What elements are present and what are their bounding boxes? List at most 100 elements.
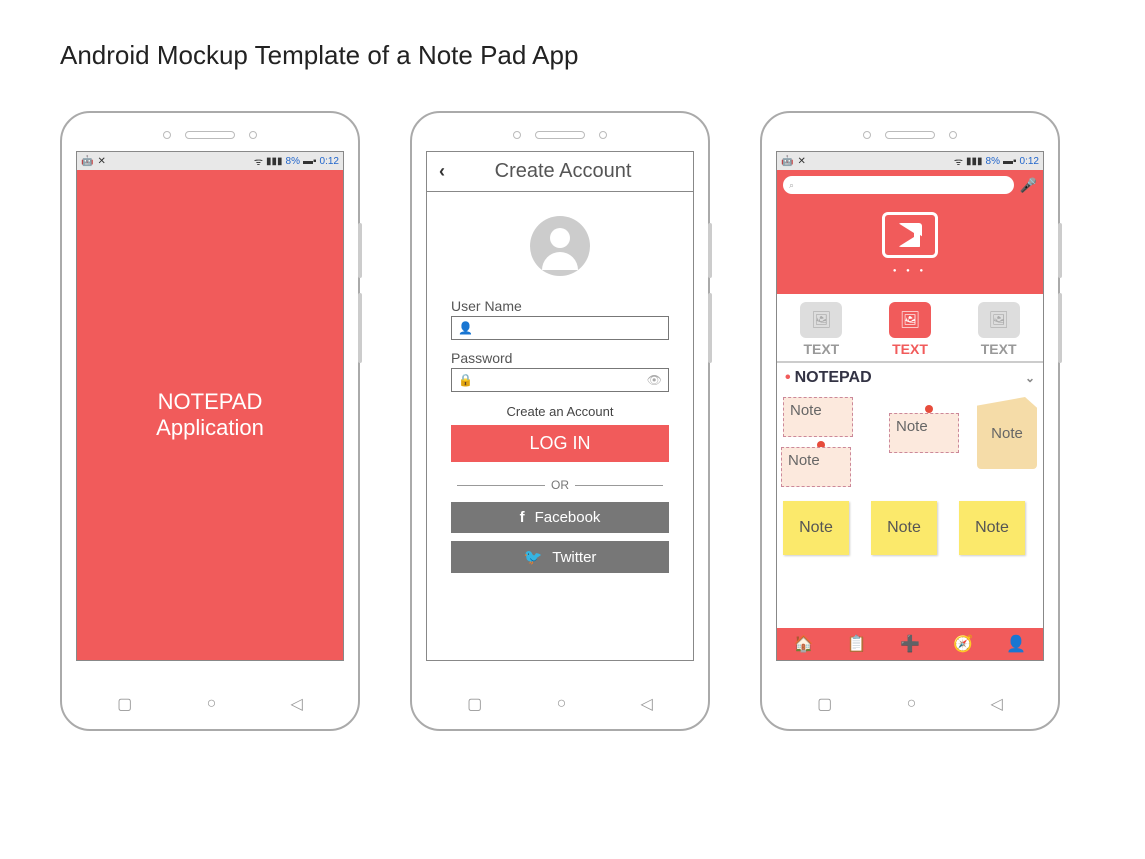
tag-note[interactable]: Note [977, 397, 1037, 469]
silent-icon: ✕ [797, 156, 805, 167]
twitter-label: Twitter [552, 549, 596, 566]
phone-main: 🤖 ✕ ᯤ ▮▮▮ 8% ▬▪ 0:12 ⌕ 🎤 ● ● ● [760, 111, 1060, 731]
page-title: Android Mockup Template of a Note Pad Ap… [60, 40, 1085, 71]
pin-icon [925, 405, 933, 413]
speaker-icon [885, 131, 935, 139]
back-icon[interactable]: ◁ [641, 694, 653, 714]
splash-screen: NOTEPAD Application [77, 170, 343, 660]
splash-line2: Application [156, 415, 264, 441]
tab-1[interactable]: 🖼 TEXT [800, 302, 842, 357]
sticky-note[interactable]: Note [783, 501, 849, 555]
chevron-down-icon[interactable]: ⌄ [1025, 371, 1035, 385]
speaker-icon [185, 131, 235, 139]
play-button[interactable] [882, 212, 938, 258]
bullet-icon: • [785, 369, 791, 387]
battery-icon: ▬▪ [1003, 156, 1017, 167]
screen-main: 🤖 ✕ ᯤ ▮▮▮ 8% ▬▪ 0:12 ⌕ 🎤 ● ● ● [776, 151, 1044, 661]
sensor-dot-icon [863, 131, 871, 139]
home-icon[interactable]: ○ [907, 695, 917, 713]
add-icon[interactable]: ➕ [900, 634, 920, 654]
section-header[interactable]: • NOTEPAD ⌄ [777, 363, 1043, 393]
robot-icon: 🤖 [781, 156, 793, 167]
android-nav: ▢ ○ ◁ [80, 694, 340, 714]
sticky-note[interactable]: Note [959, 501, 1025, 555]
play-icon [898, 223, 922, 247]
search-input[interactable]: ⌕ [783, 176, 1014, 194]
phone-top [163, 131, 257, 139]
side-button-icon [1058, 223, 1062, 278]
carousel-dots[interactable]: ● ● ● [783, 268, 1037, 274]
screen-splash: 🤖 ✕ ᯤ ▮▮▮ 8% ▬▪ 0:12 NOTEPAD Application [76, 151, 344, 661]
sticky-note[interactable]: Note [871, 501, 937, 555]
tab-2-label: TEXT [892, 341, 928, 357]
speaker-icon [535, 131, 585, 139]
lock-icon: 🔒 [458, 373, 473, 387]
camera-dot-icon [599, 131, 607, 139]
login-button[interactable]: LOG IN [451, 425, 669, 462]
recent-icon[interactable]: ▢ [817, 694, 832, 714]
phone-splash: 🤖 ✕ ᯤ ▮▮▮ 8% ▬▪ 0:12 NOTEPAD Application… [60, 111, 360, 731]
camera-dot-icon [249, 131, 257, 139]
back-icon[interactable]: ◁ [291, 694, 303, 714]
tab-2[interactable]: 🖼 TEXT [889, 302, 931, 357]
back-icon[interactable]: ◁ [991, 694, 1003, 714]
android-nav: ▢ ○ ◁ [780, 694, 1040, 714]
wifi-icon: ᯤ [954, 154, 963, 168]
image-icon: 🖼 [978, 302, 1020, 338]
status-bar: 🤖 ✕ ᯤ ▮▮▮ 8% ▬▪ 0:12 [77, 152, 343, 170]
bottom-nav: 🏠 📋 ➕ 🧭 👤 [777, 628, 1043, 660]
signal-icon: ▮▮▮ [266, 156, 283, 167]
facebook-label: Facebook [535, 509, 601, 526]
top-banner: ⌕ 🎤 ● ● ● [777, 170, 1043, 294]
clock-time: 0:12 [1020, 156, 1039, 167]
phone-top [863, 131, 957, 139]
clipboard-icon[interactable]: 📋 [847, 634, 867, 654]
wifi-icon: ᯤ [254, 154, 263, 168]
home-icon[interactable]: ○ [207, 695, 217, 713]
section-title: NOTEPAD [795, 369, 872, 387]
phones-container: 🤖 ✕ ᯤ ▮▮▮ 8% ▬▪ 0:12 NOTEPAD Application… [60, 111, 1085, 731]
twitter-icon: 🐦 [524, 548, 543, 566]
tabs-row: 🖼 TEXT 🖼 TEXT 🖼 TEXT [777, 294, 1043, 363]
tab-1-label: TEXT [803, 341, 839, 357]
phone-top [513, 131, 607, 139]
home-icon[interactable]: 🏠 [794, 634, 814, 654]
password-input[interactable]: 🔒 👁 [451, 368, 669, 392]
paper-note[interactable]: Note [889, 413, 959, 453]
mic-icon[interactable]: 🎤 [1020, 177, 1037, 194]
clock-time: 0:12 [320, 156, 339, 167]
signal-icon: ▮▮▮ [966, 156, 983, 167]
eye-icon[interactable]: 👁 [647, 373, 662, 387]
splash-line1: NOTEPAD [158, 389, 263, 415]
phone-create-account: ‹ Create Account User Name 👤 Password 🔒 … [410, 111, 710, 731]
tab-3[interactable]: 🖼 TEXT [978, 302, 1020, 357]
back-chevron-icon[interactable]: ‹ [439, 161, 445, 182]
recent-icon[interactable]: ▢ [467, 694, 482, 714]
silent-icon: ✕ [97, 156, 105, 167]
username-label: User Name [451, 298, 669, 314]
robot-icon: 🤖 [81, 156, 93, 167]
battery-percent: 8% [286, 156, 300, 167]
screen-create-account: ‹ Create Account User Name 👤 Password 🔒 … [426, 151, 694, 661]
side-button-icon [358, 223, 362, 278]
create-account-header: ‹ Create Account [427, 152, 693, 192]
recent-icon[interactable]: ▢ [117, 694, 132, 714]
side-button-icon [1058, 293, 1062, 363]
facebook-icon: f [520, 509, 525, 526]
compass-icon[interactable]: 🧭 [953, 634, 973, 654]
paper-note[interactable]: Note [781, 447, 851, 487]
create-account-body: User Name 👤 Password 🔒 👁 Create an Accou… [427, 192, 693, 591]
sensor-dot-icon [513, 131, 521, 139]
twitter-button[interactable]: 🐦 Twitter [451, 541, 669, 573]
search-icon: ⌕ [789, 180, 794, 191]
password-label: Password [451, 350, 669, 366]
facebook-button[interactable]: f Facebook [451, 502, 669, 533]
avatar-placeholder-icon [530, 216, 590, 276]
paper-note[interactable]: Note [783, 397, 853, 437]
home-icon[interactable]: ○ [557, 695, 567, 713]
status-bar: 🤖 ✕ ᯤ ▮▮▮ 8% ▬▪ 0:12 [777, 152, 1043, 170]
create-account-link[interactable]: Create an Account [451, 404, 669, 419]
username-input[interactable]: 👤 [451, 316, 669, 340]
or-divider: OR [451, 478, 669, 492]
user-icon[interactable]: 👤 [1006, 634, 1026, 654]
